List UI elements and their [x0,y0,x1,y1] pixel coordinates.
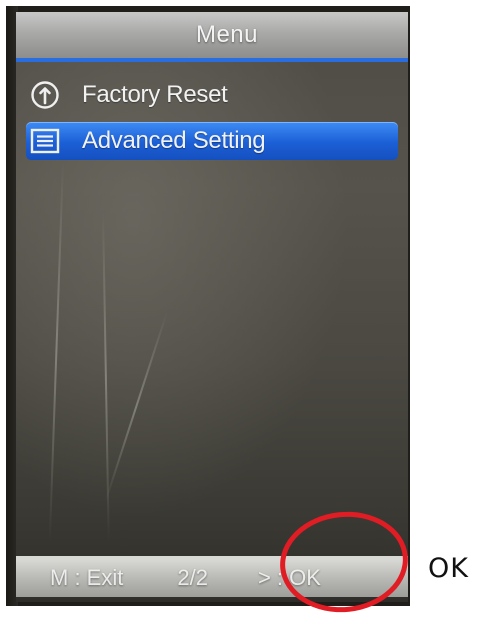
glare-streak [48,161,64,542]
menu-title-bar: Menu [16,12,408,62]
menu-item-label: Advanced Setting [82,127,266,154]
menu-title: Menu [195,21,259,48]
page-indicator: 2/2 [177,565,208,590]
list-settings-icon [28,124,62,158]
menu-item-factory-reset[interactable]: Factory Reset [26,76,398,114]
page: Menu Factory Reset Advanced Setting M: … [0,0,504,617]
menu-item-advanced-setting[interactable]: Advanced Setting [26,122,398,160]
menu-item-label: Factory Reset [82,81,228,108]
ok-annotation-label: OK [428,553,469,584]
glare-streak [104,311,168,503]
exit-hint[interactable]: M : Exit [50,565,123,591]
reset-icon [28,78,62,112]
